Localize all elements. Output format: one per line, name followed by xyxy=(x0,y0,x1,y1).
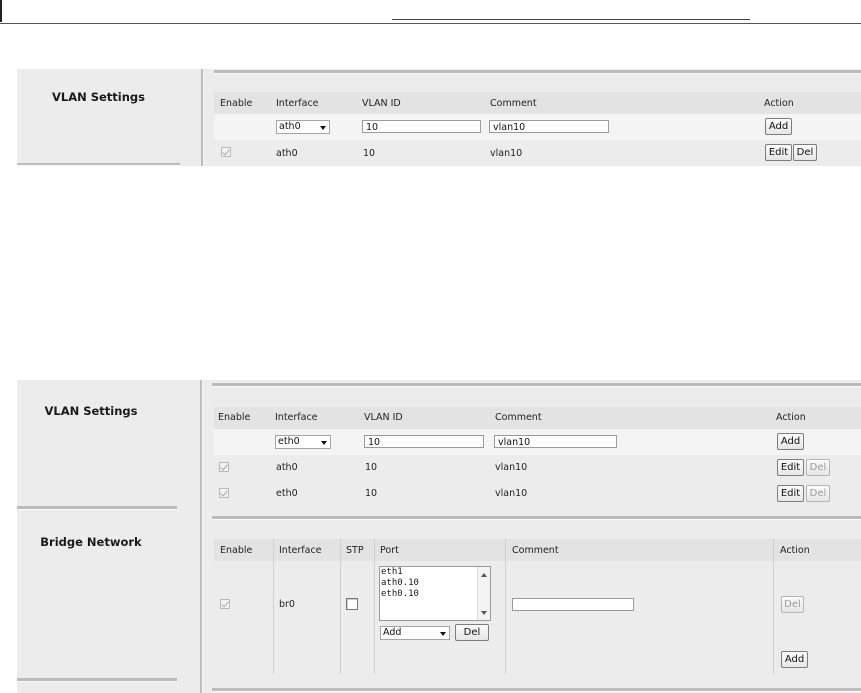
section-title-vlan-2: VLAN Settings xyxy=(44,404,138,418)
bridge-del-button[interactable]: Del xyxy=(781,596,804,613)
vlan-id-input[interactable]: 10 xyxy=(362,120,481,133)
interface-select-value: eth0 xyxy=(278,436,300,447)
del-button[interactable]: Del xyxy=(806,459,830,476)
enable-checkbox[interactable] xyxy=(220,599,230,609)
edit-button[interactable]: Edit xyxy=(777,485,804,502)
vertical-divider xyxy=(200,380,203,693)
row-comment: vlan10 xyxy=(495,488,528,499)
port-option[interactable]: ath0.10 xyxy=(380,578,490,589)
col-header-interface: Interface xyxy=(276,98,319,109)
vertical-divider xyxy=(201,69,204,166)
port-add-select-value: Add xyxy=(383,627,402,638)
col-header-port: Port xyxy=(380,545,399,556)
table-top-rule xyxy=(212,516,861,520)
port-listbox[interactable]: eth1 ath0.10 eth0.10 xyxy=(379,566,491,621)
window-edge-mark xyxy=(0,0,2,22)
scroll-up-icon xyxy=(481,573,487,577)
column-separator xyxy=(773,539,774,674)
column-separator xyxy=(340,539,341,674)
row-vlan-id: 10 xyxy=(365,462,378,473)
del-button[interactable]: Del xyxy=(806,485,830,502)
port-option[interactable]: eth0.10 xyxy=(380,589,490,600)
scroll-arrows-icon xyxy=(481,573,487,615)
row-interface: ath0 xyxy=(276,462,298,473)
section-title-bridge: Bridge Network xyxy=(40,535,142,549)
col-header-vlan-id: VLAN ID xyxy=(364,412,403,423)
interface-select[interactable]: ath0 xyxy=(276,120,330,134)
section-rule xyxy=(17,678,177,682)
section-rule xyxy=(17,506,177,510)
section-rule xyxy=(17,163,180,166)
column-separator xyxy=(505,539,506,674)
interface-select[interactable]: eth0 xyxy=(275,435,331,449)
row-comment: vlan10 xyxy=(490,148,523,159)
port-option[interactable]: eth1 xyxy=(380,567,490,578)
col-header-action: Action xyxy=(780,545,810,556)
col-header-comment: Comment xyxy=(490,98,537,109)
scroll-down-icon xyxy=(481,611,487,615)
enable-checkbox[interactable] xyxy=(221,147,231,157)
listbox-scrollbar[interactable] xyxy=(477,567,490,620)
port-add-select[interactable]: Add xyxy=(380,626,450,640)
row-interface: br0 xyxy=(279,599,295,610)
stp-checkbox[interactable] xyxy=(346,598,358,610)
row-interface: eth0 xyxy=(276,488,298,499)
enable-checkbox[interactable] xyxy=(219,488,229,498)
table-top-rule xyxy=(214,70,861,74)
add-button[interactable]: Add xyxy=(777,433,804,450)
col-header-enable: Enable xyxy=(218,412,251,423)
chevron-down-icon xyxy=(440,632,446,636)
enable-checkbox[interactable] xyxy=(219,462,229,472)
table-bottom-rule xyxy=(212,688,861,692)
chevron-down-icon xyxy=(321,441,327,445)
vlan-id-input[interactable]: 10 xyxy=(364,435,484,448)
col-header-enable: Enable xyxy=(220,98,253,109)
column-separator xyxy=(374,539,375,674)
bridge-comment-input[interactable] xyxy=(512,598,634,611)
edit-button[interactable]: Edit xyxy=(765,144,792,161)
add-button[interactable]: Add xyxy=(765,118,792,135)
row-vlan-id: 10 xyxy=(363,148,376,159)
col-header-comment: Comment xyxy=(495,412,542,423)
edit-button[interactable]: Edit xyxy=(777,459,804,476)
col-header-action: Action xyxy=(776,412,806,423)
bridge-add-button[interactable]: Add xyxy=(781,651,808,668)
row-interface: ath0 xyxy=(276,148,298,159)
row-comment: vlan10 xyxy=(495,462,528,473)
del-button[interactable]: Del xyxy=(793,144,817,161)
col-header-interface: Interface xyxy=(275,412,318,423)
comment-input[interactable]: vlan10 xyxy=(489,120,609,133)
top-divider xyxy=(0,23,861,24)
col-header-enable: Enable xyxy=(220,545,253,556)
row-vlan-id: 10 xyxy=(365,488,378,499)
interface-select-value: ath0 xyxy=(279,121,301,132)
column-separator xyxy=(273,539,274,674)
section-title-vlan-1: VLAN Settings xyxy=(51,90,146,104)
comment-input[interactable]: vlan10 xyxy=(494,435,617,448)
col-header-vlan-id: VLAN ID xyxy=(362,98,401,109)
col-header-comment: Comment xyxy=(512,545,559,556)
col-header-action: Action xyxy=(764,98,794,109)
port-del-button[interactable]: Del xyxy=(455,624,489,641)
col-header-stp: STP xyxy=(346,545,364,556)
header-underline xyxy=(392,19,750,20)
chevron-down-icon xyxy=(320,126,326,130)
col-header-interface: Interface xyxy=(279,545,322,556)
table-top-rule xyxy=(212,383,861,387)
